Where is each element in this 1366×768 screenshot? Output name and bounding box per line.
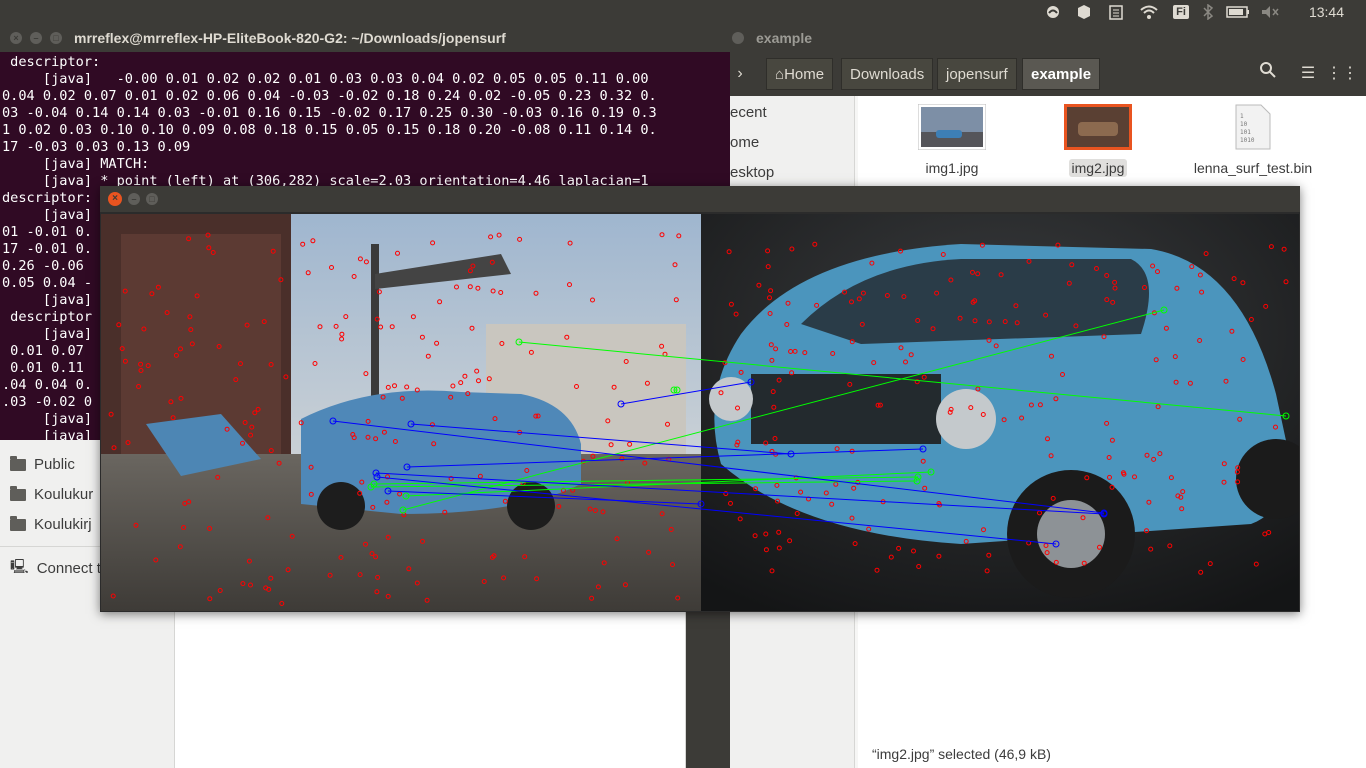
terminal-title: mrreflex@mrreflex-HP-EliteBook-820-G2: ~… xyxy=(74,30,506,46)
file-manager-title: example xyxy=(756,30,813,46)
minimize-icon[interactable]: – xyxy=(128,193,140,205)
match-viewer-titlebar[interactable]: × – □ xyxy=(100,186,1300,212)
path-downloads-button[interactable]: Downloads xyxy=(841,58,934,90)
file-item[interactable]: img1.jpg xyxy=(902,103,1002,177)
terminal-line: [java] MATCH: xyxy=(2,156,150,172)
minimize-icon[interactable]: – xyxy=(30,32,42,44)
update-icon[interactable] xyxy=(1074,0,1094,24)
grid-view-icon[interactable]: ⋮⋮ xyxy=(1326,58,1358,90)
path-example-button[interactable]: example xyxy=(1022,58,1101,90)
svg-text:101: 101 xyxy=(1240,129,1251,136)
file-name: lenna_surf_test.bin xyxy=(1193,160,1313,176)
folder-icon xyxy=(10,485,26,501)
clipboard-icon[interactable] xyxy=(1106,0,1126,24)
battery-icon[interactable] xyxy=(1225,0,1251,24)
path-example-label: example xyxy=(1031,66,1092,83)
top-panel: Fi 13:44 xyxy=(0,0,1366,24)
home-icon: ⌂ xyxy=(775,66,785,83)
svg-text:1: 1 xyxy=(1240,113,1244,120)
file-manager-titlebar[interactable]: example xyxy=(730,24,1366,52)
path-jopensurf-button[interactable]: jopensurf xyxy=(937,58,1017,90)
folder-icon xyxy=(10,455,26,471)
sidebar-item-home[interactable]: ome xyxy=(730,134,759,151)
maximize-icon[interactable]: □ xyxy=(146,193,158,205)
clock[interactable]: 13:44 xyxy=(1309,0,1344,24)
folder-icon xyxy=(10,515,26,531)
terminal-line: [java] -0.00 0.01 0.02 0.02 0.01 0.03 0.… xyxy=(2,71,649,87)
sidebar-item-label: Koulukirj xyxy=(34,516,92,533)
svg-text:10: 10 xyxy=(1240,121,1248,128)
file-item[interactable]: 1 10 101 1010 lenna_surf_test.bin xyxy=(1178,104,1328,177)
sidebar-item-public[interactable]: Public xyxy=(10,455,75,473)
sidebar-item-label: Public xyxy=(34,456,75,473)
svg-text:1010: 1010 xyxy=(1240,137,1255,144)
terminal-line: 17 -0.03 0.03 0.13 0.09 xyxy=(2,139,191,155)
close-icon[interactable]: × xyxy=(10,32,22,44)
list-view-icon[interactable]: ☰ xyxy=(1292,58,1324,90)
path-jopensurf-label: jopensurf xyxy=(946,66,1008,83)
search-icon[interactable] xyxy=(1252,58,1284,90)
path-downloads-label: Downloads xyxy=(850,66,925,83)
close-icon[interactable] xyxy=(732,32,744,44)
file-item-selected[interactable]: img2.jpg xyxy=(1048,104,1148,177)
sidebar-item-label: Koulukur xyxy=(34,486,94,503)
sidebar-item-connect[interactable]: 🖳 Connect t xyxy=(10,556,101,580)
forward-icon[interactable]: › xyxy=(724,58,756,90)
wifi-icon[interactable] xyxy=(1138,0,1160,24)
file-name: img2.jpg xyxy=(1068,159,1128,177)
match-viewer-window[interactable]: × – □ xyxy=(100,186,1300,612)
terminal-line: descriptor: xyxy=(2,54,101,70)
sidebar-item-koulukirj[interactable]: Koulukirj xyxy=(10,515,92,533)
left-image xyxy=(101,214,701,611)
sidebar-item-label: Connect t xyxy=(36,559,101,577)
sidebar-item-koulukur[interactable]: Koulukur xyxy=(10,485,94,503)
left-file-view[interactable] xyxy=(175,612,686,768)
path-home-button[interactable]: ⌂Home xyxy=(766,58,834,90)
keyboard-icon[interactable]: Fi xyxy=(1170,0,1192,24)
terminal-titlebar[interactable]: × – □ mrreflex@mrreflex-HP-EliteBook-820… xyxy=(0,24,730,52)
volume-muted-icon[interactable] xyxy=(1259,0,1281,24)
file-name: img1.jpg xyxy=(925,160,979,176)
maximize-icon[interactable]: □ xyxy=(50,32,62,44)
terminal-line: 1 0.02 0.03 0.10 0.10 0.09 0.08 0.18 0.1… xyxy=(2,122,657,138)
dropbox-icon[interactable] xyxy=(1043,0,1063,24)
binary-file-icon: 1 10 101 1010 xyxy=(1178,104,1328,153)
file-manager-toolbar: › ⌂Home Downloads jopensurf example ☰ ⋮⋮ xyxy=(730,52,1366,96)
image-thumbnail xyxy=(902,103,1002,153)
status-bar: “img2.jpg” selected (46,9 kB) xyxy=(872,746,1051,762)
sidebar-item-recent[interactable]: ecent xyxy=(730,104,767,121)
close-icon[interactable]: × xyxy=(108,192,122,206)
network-icon: 🖳 xyxy=(10,558,29,574)
sidebar-item-desktop[interactable]: esktop xyxy=(730,164,774,181)
match-image xyxy=(101,214,1299,611)
bluetooth-icon[interactable] xyxy=(1199,0,1217,24)
terminal-line: 03 -0.04 0.14 0.14 0.03 -0.01 0.16 0.15 … xyxy=(2,105,657,121)
terminal-line: 0.04 0.02 0.07 0.01 0.02 0.06 0.04 -0.03… xyxy=(2,88,657,104)
path-home-label: Home xyxy=(784,66,825,83)
keyboard-layout: Fi xyxy=(1173,5,1189,19)
image-thumbnail xyxy=(1048,104,1148,153)
